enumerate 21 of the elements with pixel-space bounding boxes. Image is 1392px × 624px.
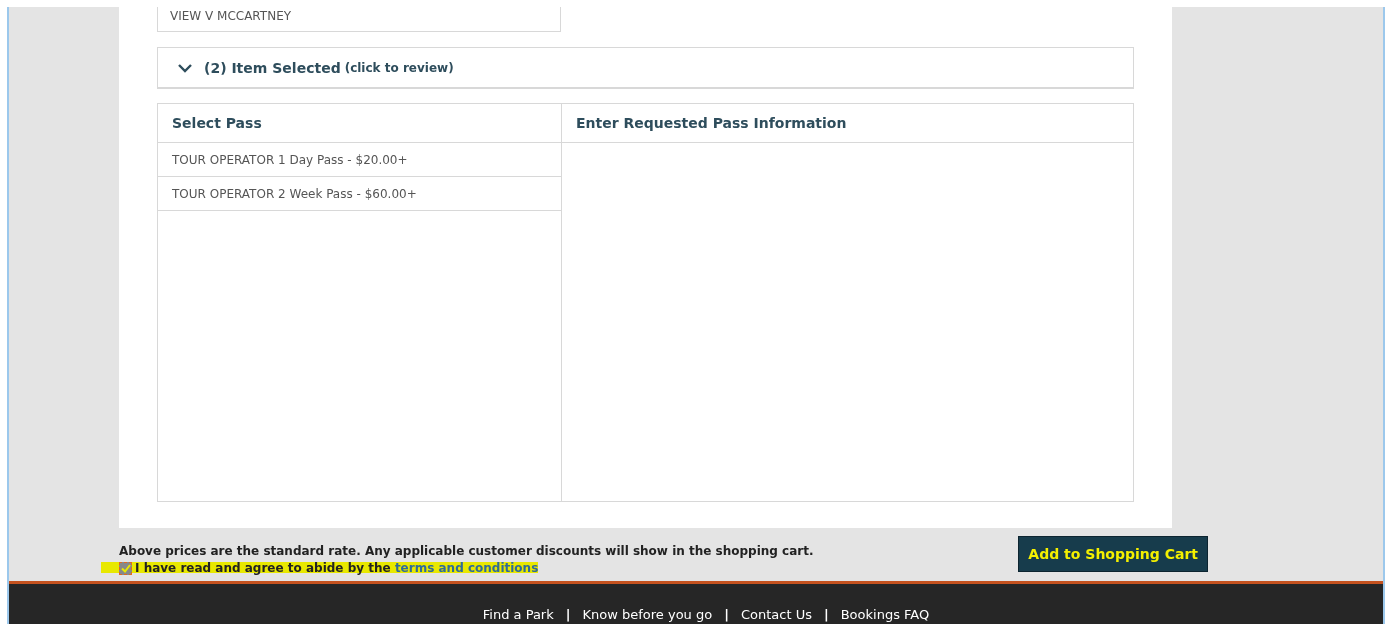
customer-name: VIEW V MCCARTNEY	[157, 7, 561, 32]
column-header: Select Pass	[158, 104, 561, 143]
footer-link[interactable]: Contact Us	[740, 607, 812, 622]
link-separator: |	[565, 607, 571, 622]
agree-checkbox[interactable]	[119, 561, 132, 575]
link-separator: |	[823, 607, 829, 622]
footer-link[interactable]: Bookings FAQ	[840, 607, 930, 622]
items-selected-label: (2) Item Selected	[204, 59, 341, 76]
review-accordion[interactable]: (2) Item Selected (click to review)	[157, 47, 1134, 89]
chevron-down-icon	[178, 62, 192, 73]
pass-option[interactable]: TOUR OPERATOR 1 Day Pass - $20.00+	[158, 143, 561, 177]
review-hint: (click to review)	[344, 60, 454, 75]
price-note: Above prices are the standard rate. Any applicable customer discounts will show in the shopping cart.	[119, 544, 814, 558]
pass-option[interactable]: TOUR OPERATOR 2 Week Pass - $60.00+	[158, 177, 561, 211]
column-header: Enter Requested Pass Information	[562, 104, 1133, 143]
link-separator: |	[724, 607, 729, 622]
footer-link[interactable]: Find a Park	[482, 607, 554, 622]
terms-link[interactable]: terms and conditions	[394, 561, 539, 575]
footer-link[interactable]: Know before you go	[582, 607, 713, 622]
add-to-cart-button[interactable]: Add to Shopping Cart	[1018, 536, 1208, 572]
agreement-text: I have read and agree to abide by the terms and conditions	[135, 561, 539, 575]
